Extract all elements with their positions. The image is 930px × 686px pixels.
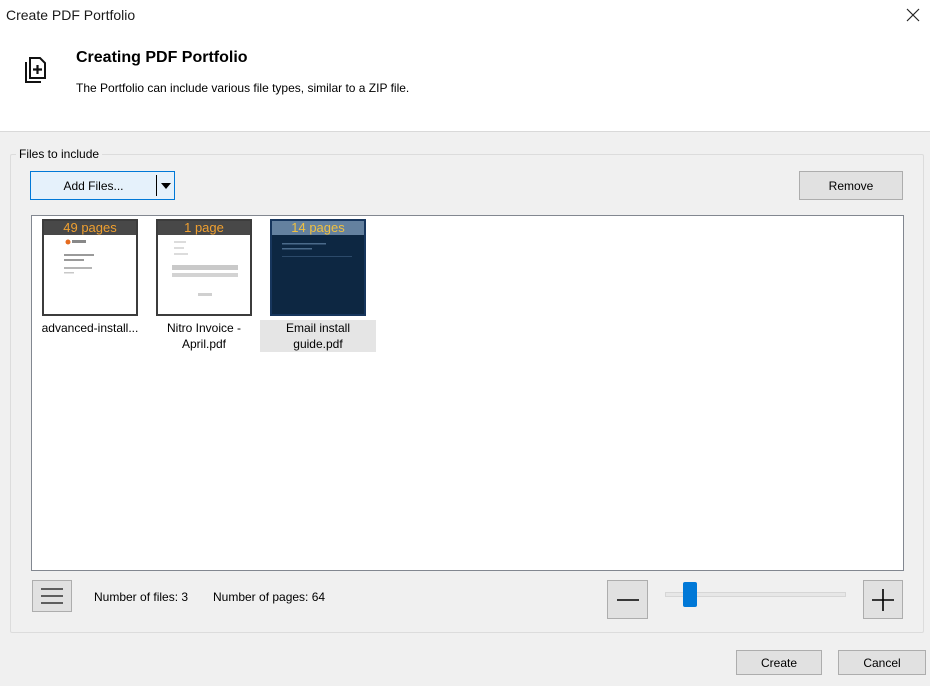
minus-icon (616, 598, 639, 601)
file-list-area[interactable]: 49 pages advanced-install... 1 page Nitr… (31, 215, 904, 571)
zoom-in-button[interactable] (863, 580, 903, 619)
create-button[interactable]: Create (736, 650, 822, 675)
dialog-header: Create PDF Portfolio Creating PDF Portfo… (0, 0, 930, 132)
list-view-icon (41, 588, 63, 604)
file-item[interactable]: 49 pages advanced-install... (32, 219, 148, 336)
file-name: Nitro Invoice - April.pdf (166, 321, 242, 351)
caret-down-icon (161, 182, 171, 189)
close-icon (906, 8, 920, 22)
page-count-badge: 14 pages (272, 221, 364, 235)
close-button[interactable] (896, 0, 930, 30)
file-name: advanced-install... (41, 321, 139, 335)
add-files-dropdown[interactable] (157, 172, 175, 199)
number-of-pages: Number of pages: 64 (213, 590, 326, 604)
list-view-button[interactable] (32, 580, 72, 612)
file-thumbnail[interactable]: 49 pages (42, 219, 138, 316)
page-title: Creating PDF Portfolio (76, 49, 248, 66)
cancel-button[interactable]: Cancel (838, 650, 926, 675)
add-files-split-button[interactable]: Add Files... (30, 171, 175, 200)
file-item[interactable]: 14 pages Email install guide.pdf (260, 219, 376, 352)
window-title: Create PDF Portfolio (6, 7, 136, 23)
files-group-label: Files to include (16, 147, 103, 161)
portfolio-add-icon (25, 57, 46, 83)
file-thumbnail[interactable]: 1 page (156, 219, 252, 316)
page-count-badge: 1 page (158, 221, 250, 235)
zoom-slider-thumb[interactable] (683, 582, 697, 607)
remove-button[interactable]: Remove (799, 171, 903, 200)
add-files-button[interactable]: Add Files... (31, 172, 156, 199)
page-description: The Portfolio can include various file t… (76, 81, 410, 95)
zoom-out-button[interactable] (607, 580, 648, 619)
plus-icon (872, 588, 894, 611)
page-count-badge: 49 pages (44, 221, 136, 235)
file-item[interactable]: 1 page Nitro Invoice - April.pdf (146, 219, 262, 352)
file-thumbnail-selected[interactable]: 14 pages (270, 219, 366, 316)
number-of-files: Number of files: 3 (94, 590, 189, 604)
file-name: Email install guide.pdf (260, 320, 376, 352)
